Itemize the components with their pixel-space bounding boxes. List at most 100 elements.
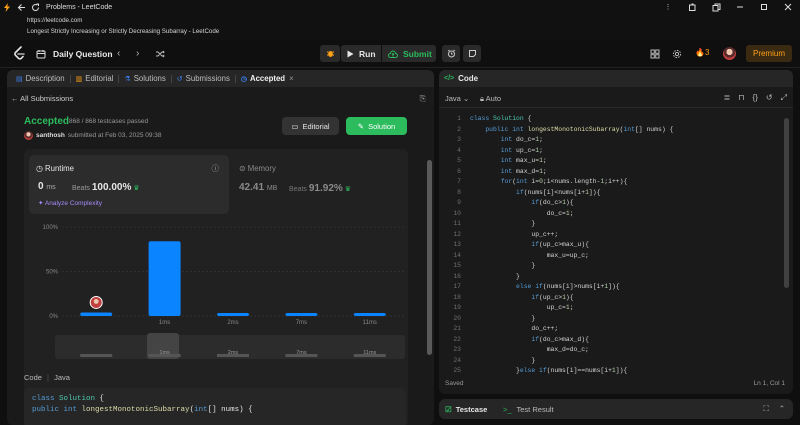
shuffle-icon[interactable] bbox=[155, 49, 165, 59]
scrollbar[interactable] bbox=[427, 160, 432, 355]
leetcode-logo-icon[interactable] bbox=[13, 46, 25, 61]
code-line[interactable]: } bbox=[470, 219, 535, 230]
memory-heading: ⊜ Memory bbox=[239, 164, 276, 173]
tab-description-label: Description bbox=[25, 74, 65, 83]
code-line[interactable]: if(up_c>1){ bbox=[470, 293, 573, 304]
debug-button[interactable] bbox=[320, 45, 340, 62]
expand-icon[interactable]: ⤢ bbox=[781, 93, 787, 103]
close-window-icon[interactable] bbox=[776, 0, 800, 14]
code-line[interactable]: int up_c=1; bbox=[470, 146, 543, 157]
close-tab-icon[interactable]: × bbox=[289, 74, 294, 83]
gear-icon[interactable] bbox=[672, 49, 682, 59]
code-line[interactable]: } bbox=[470, 261, 535, 272]
runtime-panel[interactable]: ◷ Runtime ⓘ 0 ms Beats 100.00% ♛ ✦ Analy… bbox=[29, 155, 229, 214]
back-arrow-icon[interactable] bbox=[14, 0, 28, 14]
testcase-panel: ☑ Testcase >_ Test Result ⛶ ⌃ bbox=[439, 399, 793, 419]
reload-icon[interactable] bbox=[28, 0, 42, 14]
testcases-passed: 868 / 868 testcases passed bbox=[69, 118, 149, 125]
reset-icon[interactable]: ↺ bbox=[766, 93, 773, 103]
timer-button[interactable] bbox=[442, 45, 460, 62]
code-line[interactable]: }else if(nums[i]==nums[i+1]){ bbox=[470, 366, 627, 377]
all-submissions-link[interactable]: ← All Submissions bbox=[11, 94, 73, 103]
code-line[interactable]: int do_c=1; bbox=[470, 135, 543, 146]
code-line[interactable]: int max_u=1; bbox=[470, 156, 547, 167]
code-line[interactable]: up_c=1; bbox=[470, 303, 574, 314]
tab-accepted[interactable]: ◷ Accepted × bbox=[236, 70, 299, 87]
code-line[interactable]: } bbox=[470, 356, 535, 367]
language-select[interactable]: Java ⌄ bbox=[445, 94, 469, 103]
layout-grid-icon[interactable] bbox=[650, 49, 660, 59]
code-line[interactable]: do_c=1; bbox=[470, 209, 574, 220]
editorial-button[interactable]: ▭ Editorial bbox=[282, 117, 339, 135]
extension-icon[interactable] bbox=[680, 0, 704, 14]
premium-button[interactable]: Premium bbox=[746, 45, 792, 62]
lightning-icon[interactable] bbox=[0, 0, 14, 14]
chevron-right-icon[interactable]: › bbox=[136, 48, 139, 59]
code-line[interactable]: up_c++; bbox=[470, 230, 558, 241]
solution-button[interactable]: ✎ Solution bbox=[346, 117, 407, 135]
submit-button[interactable]: Submit bbox=[382, 45, 436, 62]
tab-editorial[interactable]: ▥ Editorial bbox=[71, 70, 119, 87]
code-line[interactable]: if(do_c>1){ bbox=[470, 198, 573, 209]
tab-submissions[interactable]: ↺ Submissions bbox=[172, 70, 235, 87]
top-nav: Daily Question ‹ › Run Submit 🔥3 Premium bbox=[0, 40, 800, 68]
code-line[interactable]: } bbox=[470, 314, 535, 325]
tab-accepted-label: Accepted bbox=[249, 74, 286, 83]
x-tick-label: 11ms bbox=[363, 320, 377, 326]
braces-icon[interactable]: {} bbox=[753, 93, 758, 103]
avatar[interactable] bbox=[723, 47, 736, 60]
runtime-beats: Beats 100.00% ♛ bbox=[72, 182, 140, 193]
code-line[interactable]: do_c++; bbox=[470, 324, 558, 335]
code-line[interactable]: else if(nums[i]>nums[i+1]){ bbox=[470, 282, 620, 293]
code-line[interactable]: class Solution { bbox=[470, 114, 531, 125]
memory-panel[interactable]: ⊜ Memory 42.41 MB Beats 91.92% ♛ bbox=[239, 155, 404, 214]
calendar-icon[interactable] bbox=[36, 49, 46, 59]
chevron-left-icon[interactable]: ‹ bbox=[117, 48, 120, 59]
author-avatar[interactable] bbox=[24, 131, 33, 140]
code-line[interactable]: if(up_c>max_u){ bbox=[470, 240, 589, 251]
submission-status: Accepted bbox=[24, 116, 70, 127]
restore-icon[interactable] bbox=[752, 0, 776, 14]
code-line[interactable]: int max_d=1; bbox=[470, 167, 547, 178]
author-name[interactable]: santhosh bbox=[36, 132, 65, 139]
tab-solutions[interactable]: ⚗ Solutions bbox=[119, 70, 170, 87]
line-number: 14 bbox=[453, 251, 461, 259]
fire-icon: 🔥 bbox=[695, 48, 705, 57]
code-line[interactable]: max_d=do_c; bbox=[470, 345, 589, 356]
url-bar[interactable]: https://leetcode.com Longest Strictly In… bbox=[0, 14, 800, 40]
tab-testcase[interactable]: ☑ Testcase bbox=[445, 405, 487, 414]
editor-scrollbar[interactable] bbox=[784, 118, 789, 288]
notes-button[interactable] bbox=[463, 45, 481, 62]
copy-icon[interactable] bbox=[704, 0, 728, 14]
code-line[interactable]: for(int i=0;i<nums.length-1;i++){ bbox=[470, 177, 628, 188]
tab-test-result[interactable]: >_ Test Result bbox=[503, 405, 554, 414]
format-icon[interactable]: ≣ bbox=[724, 93, 731, 103]
expand-icon[interactable]: ⛶ bbox=[763, 404, 768, 414]
code-line[interactable]: public int longestMonotonicSubarray(int[… bbox=[470, 125, 673, 136]
code-line[interactable]: } bbox=[470, 272, 520, 283]
code-line[interactable]: max_u=up_c; bbox=[470, 251, 589, 262]
code-line[interactable]: if(do_c>max_d){ bbox=[470, 335, 589, 346]
code-line[interactable]: if(nums[i]<nums[i+1]){ bbox=[470, 188, 600, 199]
streak-counter[interactable]: 🔥3 bbox=[695, 48, 709, 57]
minimize-icon[interactable] bbox=[728, 0, 752, 14]
chevron-up-icon[interactable]: ⌃ bbox=[779, 404, 785, 414]
submit-label: Submit bbox=[403, 48, 432, 59]
paperclip-icon[interactable]: ⎘ bbox=[420, 94, 426, 104]
analyze-complexity-link[interactable]: ✦ Analyze Complexity bbox=[38, 199, 102, 207]
daily-question-title[interactable]: Daily Question bbox=[53, 49, 113, 59]
submission-panel: ▤ Description ▥ Editorial ⚗ Solutions ↺ … bbox=[7, 70, 434, 425]
line-number: 19 bbox=[453, 304, 461, 311]
info-icon[interactable]: ⓘ bbox=[212, 163, 220, 174]
more-icon[interactable]: ⋮ bbox=[656, 0, 680, 14]
memory-chip-icon: ⊜ bbox=[239, 164, 246, 173]
code-editor[interactable]: 1 class Solution {2 public int longestMon… bbox=[439, 112, 793, 374]
tab-description[interactable]: ▤ Description bbox=[11, 70, 70, 87]
cloud-upload-icon bbox=[388, 50, 398, 58]
run-button[interactable]: Run bbox=[341, 45, 381, 62]
auto-mode-toggle[interactable]: 🔒︎ Auto bbox=[480, 94, 501, 104]
runtime-unit: ms bbox=[46, 184, 56, 191]
line-number: 16 bbox=[453, 272, 461, 280]
bookmark-icon[interactable]: ⊓ bbox=[738, 93, 744, 103]
runtime-distribution-chart[interactable]: 0% 50% 100% 1ms 2ms 7ms 11ms 1ms 2ms 7ms 11ms bbox=[24, 219, 408, 364]
